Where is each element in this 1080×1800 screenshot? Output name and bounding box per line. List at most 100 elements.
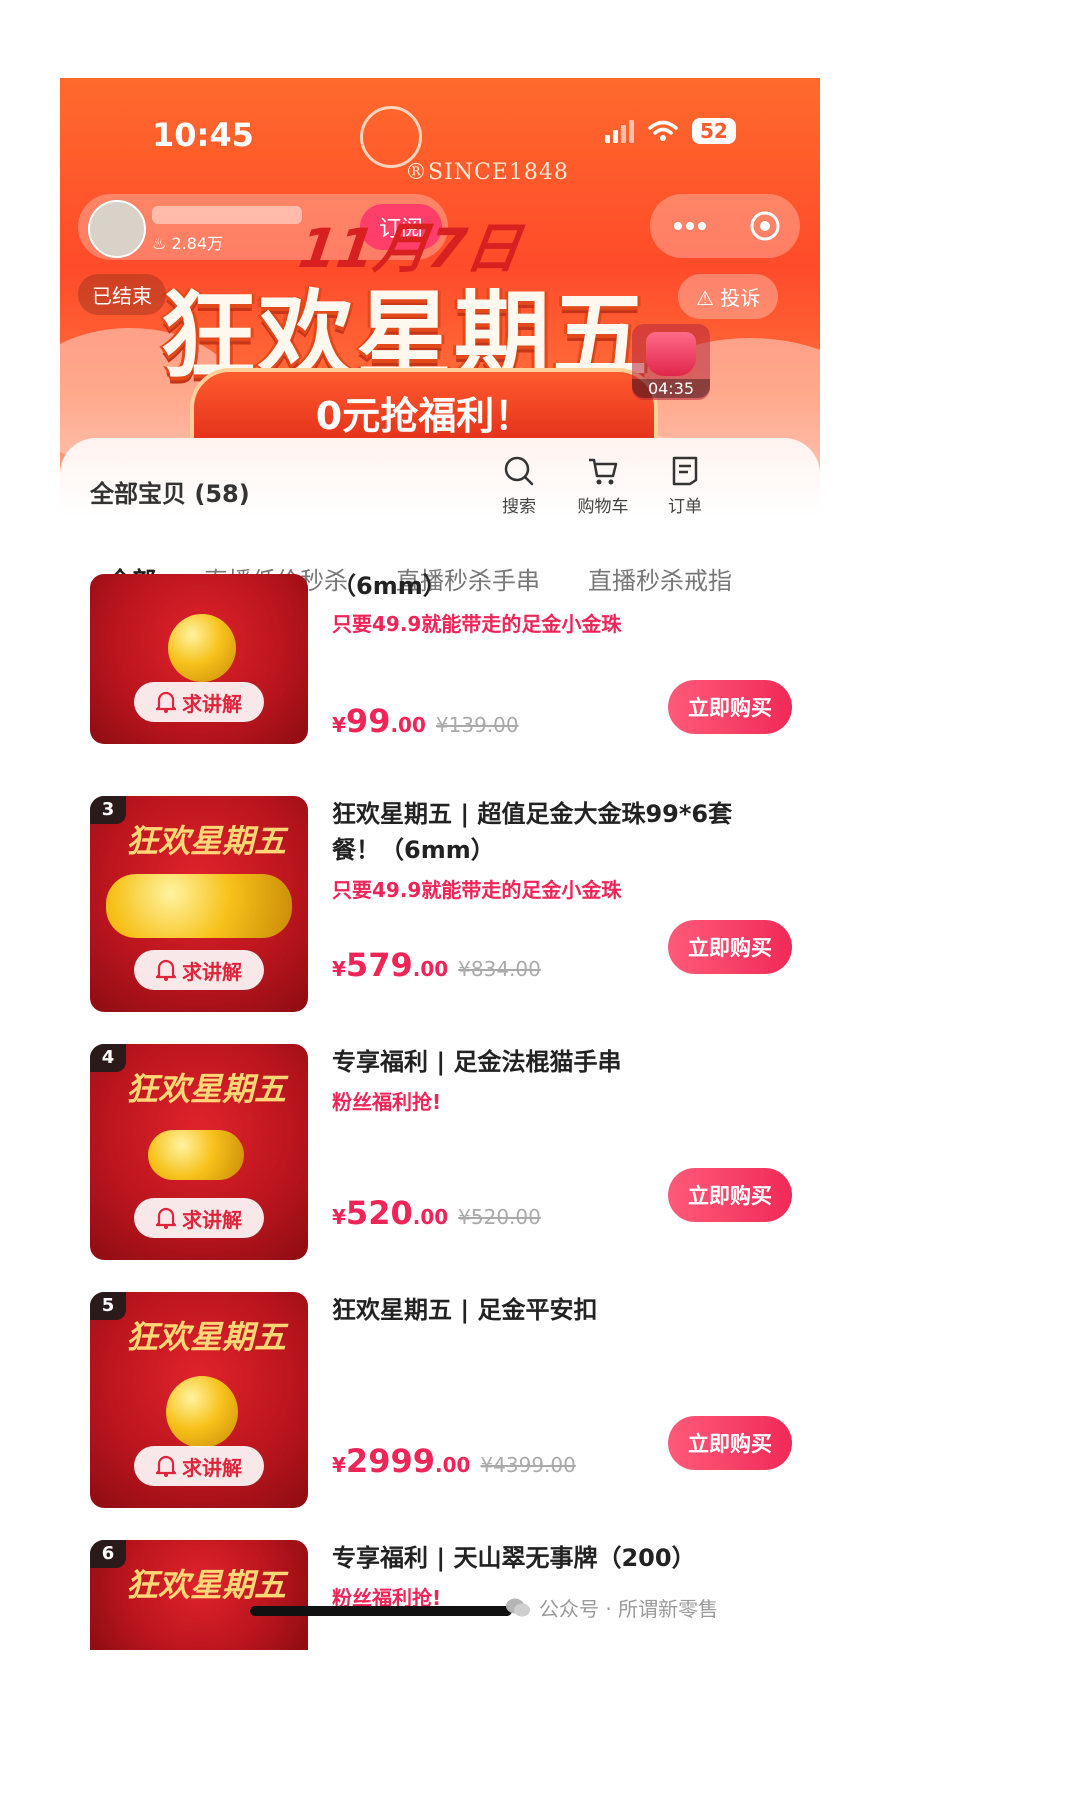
product-title: 专享福利 | 天山翠无事牌（200） [332, 1544, 696, 1572]
original-price: ¥139.00 [435, 713, 519, 737]
complain-button[interactable]: ⚠ 投诉 [678, 274, 779, 319]
top-right-controls [650, 194, 800, 258]
ask-explain-button[interactable]: 求讲解 [134, 682, 264, 722]
product-card[interactable]: 5 狂欢星期五 求讲解 狂欢星期五 | 足金平安扣 ¥2999.00 ¥4399.… [60, 1292, 820, 1524]
search-icon [504, 456, 534, 486]
product-price: ¥520.00 ¥520.00 [332, 1194, 541, 1232]
gold-cat-image [148, 1130, 244, 1180]
search-button[interactable]: 搜索 [484, 454, 554, 517]
cart-label: 购物车 [577, 497, 629, 517]
promo-text: 狂欢星期五 [126, 1318, 287, 1356]
shop-avatar[interactable] [88, 200, 146, 258]
product-list: 求讲解 （6mm） 只要49.9就能带走的足金小金珠 ¥99.00 ¥139.00… [60, 572, 820, 1718]
status-icons: 52 [605, 118, 736, 144]
lucky-bag-icon [646, 332, 696, 376]
bell-icon [156, 1207, 176, 1229]
product-image[interactable]: 3 狂欢星期五 求讲解 [90, 796, 308, 1012]
warning-icon: ⚠ [696, 286, 714, 310]
brand-since: ®SINCE1848 [405, 160, 569, 185]
price-integer: 520 [345, 1194, 413, 1232]
price-decimal: .00 [412, 957, 449, 981]
more-icon[interactable] [670, 219, 710, 233]
home-indicator[interactable] [250, 1606, 512, 1616]
product-slogan: 粉丝福利抢! [332, 1090, 442, 1114]
rank-badge: 6 [90, 1540, 126, 1568]
live-ended-badge: 已结束 [78, 274, 166, 315]
buy-now-button[interactable]: 立即购买 [668, 1416, 792, 1470]
price-integer: 579 [345, 946, 413, 984]
buy-now-button[interactable]: 立即购买 [668, 920, 792, 974]
price-decimal: .00 [434, 1453, 471, 1477]
product-price: ¥99.00 ¥139.00 [332, 702, 519, 740]
wifi-icon [648, 120, 678, 141]
gold-bead-image [168, 614, 236, 682]
original-price: ¥834.00 [458, 957, 541, 981]
product-card[interactable]: 6 狂欢星期五 专享福利 | 天山翠无事牌（200） 粉丝福利抢! [60, 1540, 820, 1718]
phone-screen: 10:45 52 ®SINCE1848 ♨ 2.84万 订阅 11月7日 狂欢星… [60, 78, 820, 1718]
product-image[interactable]: 5 狂欢星期五 求讲解 [90, 1292, 308, 1508]
price-integer: 99 [345, 702, 391, 740]
ask-explain-label: 求讲解 [182, 959, 242, 984]
rank-badge: 3 [90, 796, 126, 824]
product-price: ¥579.00 ¥834.00 [332, 946, 541, 984]
brand-logo [360, 106, 422, 168]
lucky-bag-widget[interactable]: 04:35 [632, 324, 710, 400]
price-integer: 2999 [345, 1442, 435, 1480]
product-title: 狂欢星期五 | 足金平安扣 [332, 1296, 598, 1324]
product-image[interactable]: 4 狂欢星期五 求讲解 [90, 1044, 308, 1260]
product-price: ¥2999.00 ¥4399.00 [332, 1442, 576, 1480]
product-title: 专享福利 | 足金法棍猫手串 [332, 1048, 622, 1076]
promo-text: 狂欢星期五 [126, 1566, 287, 1604]
promo-text: 狂欢星期五 [126, 1070, 287, 1108]
cart-button[interactable]: 购物车 [568, 454, 638, 517]
product-title: （6mm） [332, 572, 447, 600]
product-image[interactable]: 求讲解 [90, 574, 308, 744]
ask-explain-label: 求讲解 [182, 1455, 242, 1480]
ask-explain-label: 求讲解 [182, 691, 242, 716]
wechat-icon [506, 1598, 530, 1616]
shop-name-blurred [152, 206, 302, 224]
price-decimal: .00 [412, 1205, 449, 1229]
promo-text: 狂欢星期五 [126, 822, 287, 860]
rank-badge: 5 [90, 1292, 126, 1320]
all-items-count: 全部宝贝 (58) [90, 480, 250, 508]
complain-label: 投诉 [720, 286, 761, 310]
gold-ping-an-kou-image [166, 1376, 238, 1448]
buy-now-button[interactable]: 立即购买 [668, 1168, 792, 1222]
price-symbol: ¥ [332, 957, 346, 981]
ask-explain-button[interactable]: 求讲解 [134, 950, 264, 990]
orders-label: 订单 [668, 497, 702, 517]
shop-toolbar: 全部宝贝 (58) 搜索 购物车 订单 [60, 438, 820, 538]
ask-explain-button[interactable]: 求讲解 [134, 1446, 264, 1486]
price-decimal: .00 [390, 713, 426, 737]
status-time: 10:45 [152, 116, 254, 154]
shop-fans-count: ♨ 2.84万 [152, 234, 224, 253]
signal-icon [605, 119, 634, 143]
search-label: 搜索 [502, 497, 536, 517]
rank-badge: 4 [90, 1044, 126, 1072]
cart-icon [589, 458, 618, 485]
bell-icon [156, 1455, 176, 1477]
price-symbol: ¥ [332, 713, 346, 737]
price-symbol: ¥ [332, 1453, 346, 1477]
original-price: ¥4399.00 [480, 1453, 576, 1477]
buy-now-button[interactable]: 立即购买 [668, 680, 792, 734]
product-card[interactable]: 4 狂欢星期五 求讲解 专享福利 | 足金法棍猫手串 粉丝福利抢! ¥520.0… [60, 1044, 820, 1276]
product-slogan: 只要49.9就能带走的足金小金珠 [332, 878, 622, 902]
watermark-text: 公众号 · 所谓新零售 [539, 1597, 719, 1621]
product-card[interactable]: 3 狂欢星期五 求讲解 狂欢星期五 | 超值足金大金珠99*6套餐！（6mm） … [60, 796, 820, 1028]
ask-explain-label: 求讲解 [182, 1207, 242, 1232]
bell-icon [156, 691, 176, 713]
orders-icon [672, 456, 698, 486]
close-live-icon[interactable] [749, 210, 781, 242]
bell-icon [156, 959, 176, 981]
orders-button[interactable]: 订单 [650, 454, 720, 517]
product-image[interactable]: 6 狂欢星期五 [90, 1540, 308, 1650]
wechat-watermark: 公众号 · 所谓新零售 [505, 1593, 718, 1622]
battery-indicator: 52 [692, 118, 736, 144]
live-banner: 10:45 52 ®SINCE1848 ♨ 2.84万 订阅 11月7日 狂欢星… [60, 78, 820, 498]
ask-explain-button[interactable]: 求讲解 [134, 1198, 264, 1238]
product-title: 狂欢星期五 | 超值足金大金珠99*6套餐！（6mm） [332, 800, 733, 864]
lucky-bag-countdown: 04:35 [632, 379, 710, 398]
gold-beads-image [106, 874, 292, 938]
